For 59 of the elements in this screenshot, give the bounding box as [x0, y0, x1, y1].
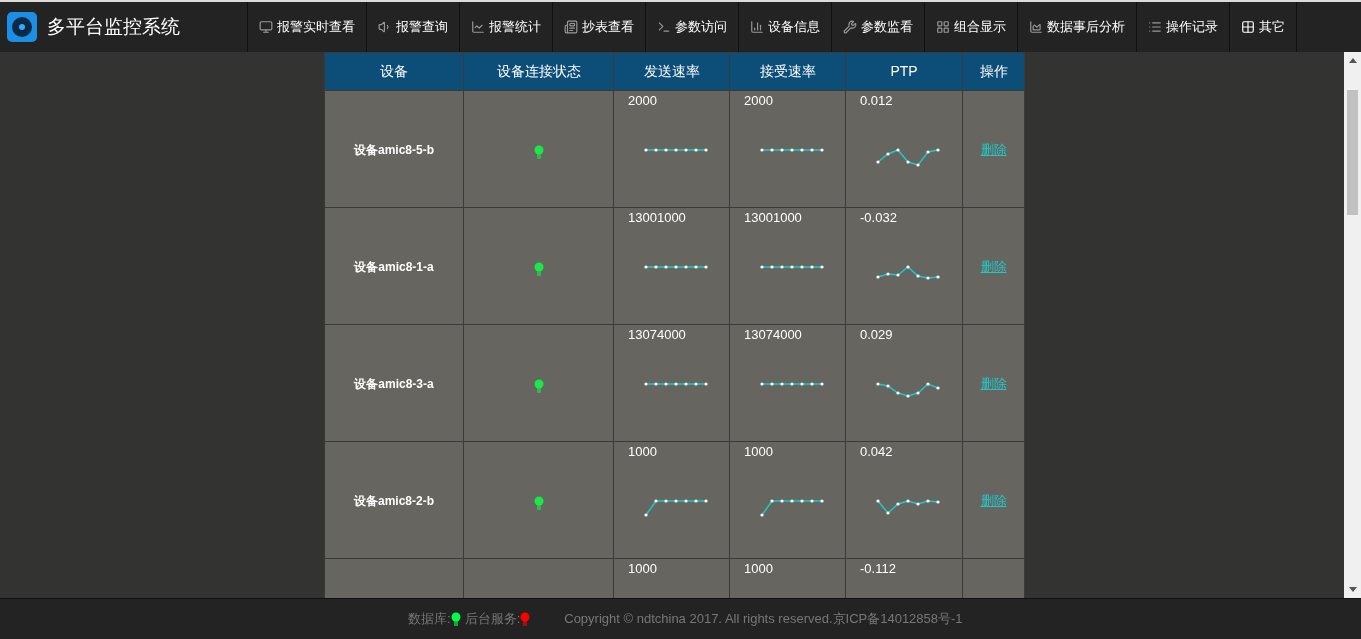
rate-value: 1000 — [627, 443, 657, 461]
device-name: 设备amic8-3-a — [354, 377, 434, 391]
rate-value: 13074000 — [743, 326, 802, 344]
receive-rate-sparkline — [760, 382, 824, 386]
ptp-sparkline — [876, 148, 940, 167]
rate-value: 13001000 — [627, 209, 686, 227]
device-name: 设备amic8-2-b — [354, 494, 434, 508]
column-header: 发送速率 — [613, 52, 730, 91]
device-name: 设备amic8-1-a — [354, 260, 434, 274]
scroll-down-icon[interactable] — [1348, 587, 1357, 592]
monitor-icon — [259, 20, 273, 34]
receive-rate-sparkline — [760, 265, 824, 269]
camera-logo-icon — [7, 12, 37, 42]
terminal-icon — [657, 20, 671, 34]
send-rate-sparkline — [644, 265, 708, 269]
grid-icon — [1241, 20, 1255, 34]
ptp-sparkline — [876, 265, 940, 280]
rate-value: 1000 — [743, 560, 773, 578]
area-chart-icon — [1029, 20, 1043, 34]
ptp-value: 0.042 — [859, 443, 893, 461]
status-label: 数据库: — [408, 610, 451, 629]
send-rate-sparkline — [644, 148, 708, 152]
app-title: 多平台监控系统 — [47, 14, 180, 39]
scrollbar-thumb[interactable] — [1347, 90, 1358, 215]
receive-rate-sparkline — [760, 499, 824, 517]
rate-value: 2000 — [627, 92, 657, 110]
column-header: 接受速率 — [729, 52, 846, 91]
column-header: 设备 — [324, 52, 464, 91]
receive-rate-sparkline — [760, 148, 824, 152]
status-label: 后台服务: — [464, 610, 521, 629]
device-name: 设备amic8-5-b — [354, 143, 434, 157]
ptp-value: -0.112 — [859, 560, 896, 578]
list-icon — [1148, 20, 1162, 34]
ptp-value: 0.012 — [859, 92, 893, 110]
rate-value: 13001000 — [743, 209, 802, 227]
rate-value: 2000 — [743, 92, 773, 110]
column-header: 操作 — [962, 52, 1025, 91]
rate-value: 1000 — [743, 443, 773, 461]
rate-value: 13074000 — [627, 326, 686, 344]
ptp-sparkline — [876, 382, 940, 398]
bar-chart-icon — [750, 20, 764, 34]
nav-item[interactable]: 操作记录 — [1137, 2, 1230, 52]
scrollbar[interactable] — [1344, 52, 1361, 598]
nav-item[interactable]: 其它 — [1230, 2, 1297, 52]
wrench-icon — [843, 20, 857, 34]
document-icon — [564, 20, 578, 34]
ptp-value: -0.032 — [859, 209, 897, 227]
ptp-value: 0.029 — [859, 326, 893, 344]
copyright-text: Copyright © ndtchina 2017. All rights reserved.京ICP备14012858号-1 — [564, 610, 963, 629]
line-chart-icon — [471, 20, 485, 34]
column-header: PTP — [845, 52, 963, 91]
column-header: 设备连接状态 — [463, 52, 614, 91]
rate-value: 1000 — [627, 560, 657, 578]
scroll-up-icon[interactable] — [1348, 58, 1357, 63]
nav-item[interactable]: 数据事后分析 — [1018, 2, 1137, 52]
ptp-sparkline — [876, 499, 940, 515]
send-rate-sparkline — [644, 382, 708, 386]
send-rate-sparkline — [644, 499, 708, 517]
grid-icon — [936, 20, 950, 34]
